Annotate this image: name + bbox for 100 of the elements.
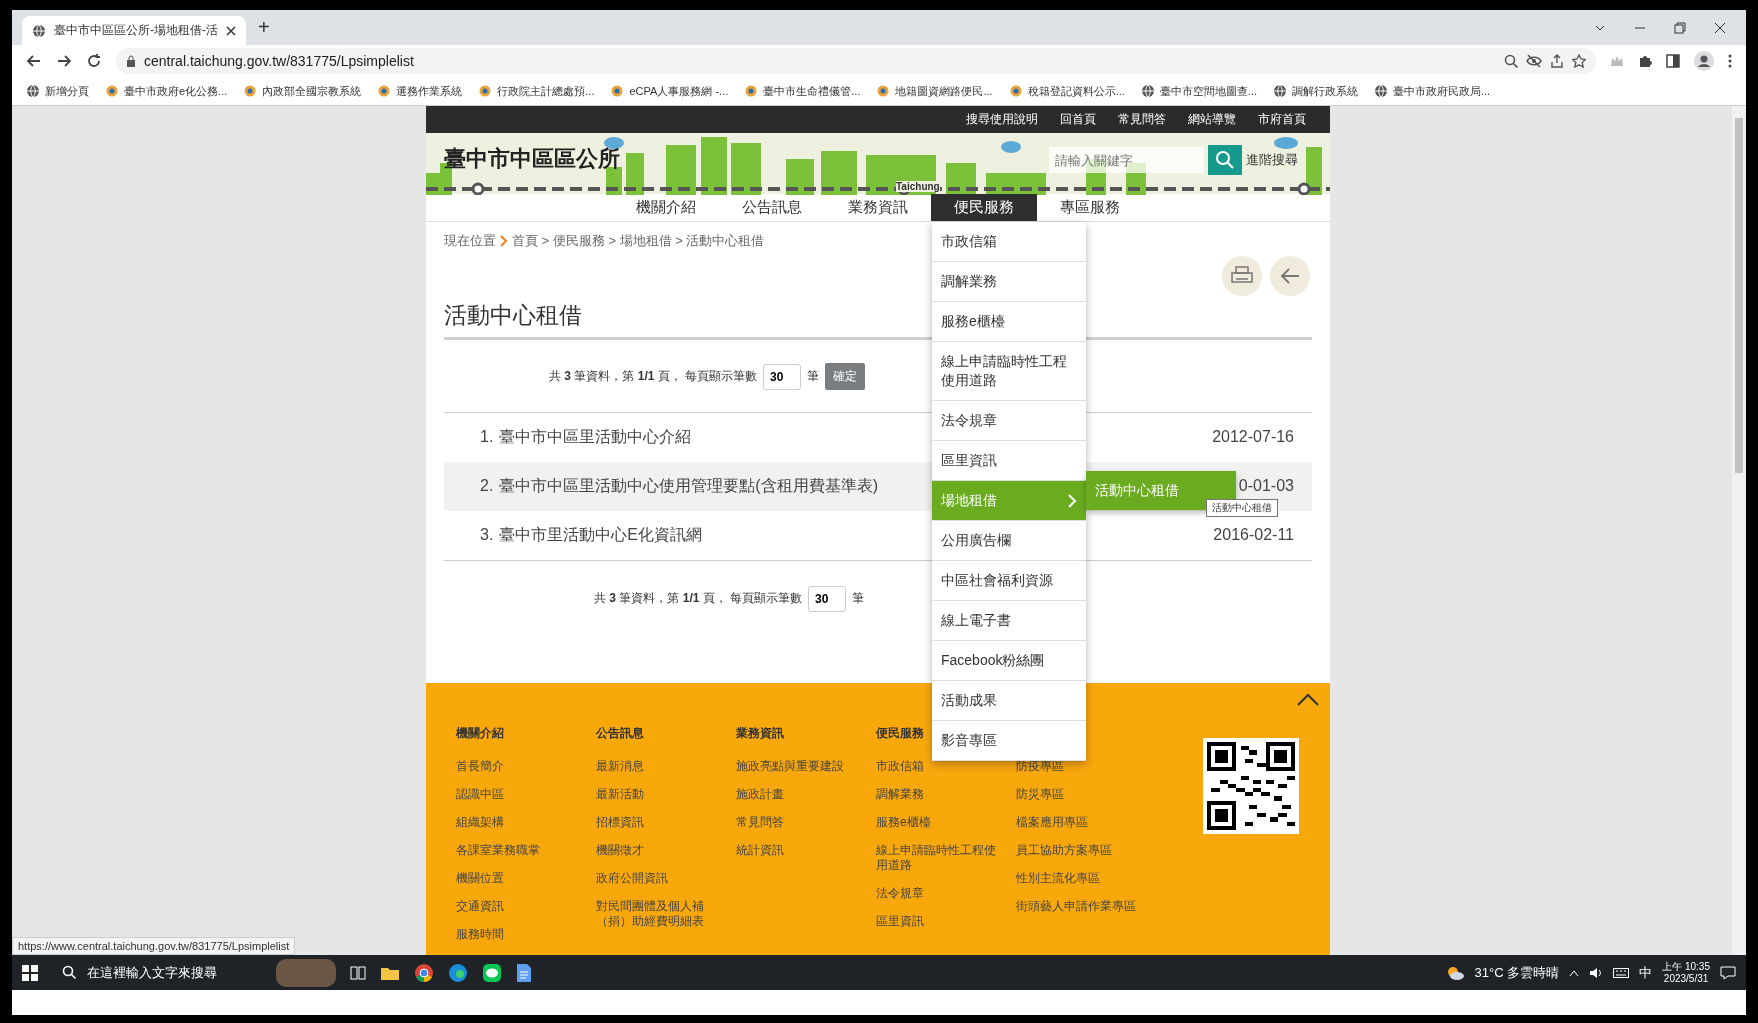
footer-link[interactable]: 檔案應用專區 <box>1016 815 1142 830</box>
menu-item[interactable]: 法令規章 <box>932 401 1086 441</box>
bookmark-link[interactable]: 臺中市政府e化公務... <box>124 83 228 99</box>
menu-item[interactable]: 市政信箱 <box>932 222 1086 262</box>
site-title[interactable]: 臺中市中區區公所 <box>444 144 620 175</box>
menu-item[interactable]: 調解業務 <box>932 262 1086 302</box>
menu-item[interactable]: 公用廣告欄 <box>932 521 1086 561</box>
top-link[interactable]: 搜尋使用說明 <box>966 110 1038 128</box>
forward-arrow-icon[interactable] <box>56 53 72 69</box>
address-bar[interactable]: central.taichung.gov.tw/831775/Lpsimplelist <box>116 48 1596 74</box>
nav-tab[interactable]: 專區服務 <box>1037 194 1143 221</box>
bookmark-link[interactable]: 新增分頁 <box>45 83 89 99</box>
nav-tab[interactable]: 業務資訊 <box>825 194 931 221</box>
page-size-field[interactable]: 30 <box>763 363 802 390</box>
footer-link[interactable]: 線上申請臨時性工程使用道路 <box>876 843 1002 873</box>
bookmark-link[interactable]: 臺中市政府民政局... <box>1392 83 1491 99</box>
keyboard-icon[interactable] <box>1613 967 1630 978</box>
restore-icon[interactable] <box>1674 21 1686 34</box>
more-icon[interactable] <box>1728 54 1732 68</box>
chrome-icon[interactable] <box>414 962 434 983</box>
clock[interactable]: 上午 10:35 2023/5/31 <box>1662 960 1710 985</box>
back-arrow-icon[interactable] <box>26 53 42 69</box>
close-icon[interactable] <box>1714 21 1726 34</box>
footer-link[interactable]: 市政信箱 <box>876 759 1002 774</box>
footer-link[interactable]: 街頭藝人申請作業專區 <box>1016 899 1142 914</box>
bookmark-link[interactable]: 行政院主計總處預... <box>497 83 595 99</box>
new-tab-button[interactable]: + <box>258 16 270 39</box>
star-icon[interactable] <box>1572 54 1586 68</box>
puzzle-icon[interactable] <box>1638 54 1652 68</box>
footer-heading[interactable]: 機關介紹 <box>456 725 596 759</box>
row-link[interactable]: 臺中市中區里活動中心介紹 <box>499 426 692 448</box>
top-link[interactable]: 市府首頁 <box>1258 110 1306 128</box>
task-view-icon[interactable] <box>350 965 366 980</box>
footer-link[interactable]: 對民間團體及個人補（捐）助經費明細表 <box>596 899 722 929</box>
page-size-field[interactable]: 30 <box>808 585 847 612</box>
bookmark-link[interactable]: 稅籍登記資料公示... <box>1027 83 1125 99</box>
bookmark-link[interactable]: 地籍圖資網路便民... <box>895 83 993 99</box>
windows-logo-icon[interactable] <box>22 964 38 981</box>
footer-link[interactable]: 防災專區 <box>1016 787 1142 802</box>
bookmark-link[interactable]: eCPA人事服務網 -... <box>629 83 729 99</box>
footer-link[interactable]: 施政計畫 <box>736 787 862 802</box>
footer-link[interactable]: 性別主流化專區 <box>1016 871 1142 886</box>
nav-tab[interactable]: 公告訊息 <box>719 194 825 221</box>
search-button[interactable] <box>1208 145 1242 176</box>
search-icon[interactable] <box>1504 54 1518 68</box>
close-icon[interactable] <box>226 25 236 36</box>
reload-icon[interactable] <box>86 53 102 69</box>
notification-icon[interactable] <box>1720 965 1736 980</box>
menu-item[interactable]: 線上申請臨時性工程使用道路 <box>932 342 1086 401</box>
footer-link[interactable]: 防疫專區 <box>1016 759 1142 774</box>
bookmark-link[interactable]: 選務作業系統 <box>396 83 463 99</box>
bookmark-link[interactable]: 內政部全國宗教系統 <box>262 83 362 99</box>
footer-heading[interactable]: 公告訊息 <box>596 725 736 759</box>
footer-link[interactable]: 服務e櫃檯 <box>876 815 1002 830</box>
footer-link[interactable]: 區里資訊 <box>876 914 1002 929</box>
top-link[interactable]: 回首頁 <box>1060 110 1096 128</box>
notepad-icon[interactable] <box>516 962 532 983</box>
footer-link[interactable]: 常見問答 <box>736 815 862 830</box>
edge-icon[interactable] <box>448 962 468 983</box>
chat-app-icon[interactable] <box>482 962 502 983</box>
menu-item[interactable]: 服務e櫃檯 <box>932 302 1086 342</box>
back-button[interactable] <box>1270 255 1310 296</box>
footer-link[interactable]: 各課室業務職掌 <box>456 843 582 858</box>
footer-heading[interactable]: 業務資訊 <box>736 725 876 759</box>
share-icon[interactable] <box>1550 54 1564 68</box>
chevron-up-icon[interactable] <box>1296 693 1320 707</box>
footer-link[interactable]: 招標資訊 <box>596 815 722 830</box>
bookmark-link[interactable]: 臺中市生命禮儀管... <box>763 83 861 99</box>
footer-link[interactable]: 服務時間 <box>456 927 582 942</box>
menu-item[interactable]: Facebook粉絲團 <box>932 641 1086 681</box>
eye-slash-icon[interactable] <box>1526 54 1542 68</box>
speaker-icon[interactable] <box>1589 966 1604 979</box>
footer-link[interactable]: 最新消息 <box>596 759 722 774</box>
side-panel-icon[interactable] <box>1666 54 1680 68</box>
row-link[interactable]: 臺中市中區里活動中心使用管理要點(含租用費基準表) <box>499 475 878 497</box>
footer-link[interactable]: 施政亮點與重要建設 <box>736 759 862 774</box>
top-link[interactable]: 常見問答 <box>1118 110 1166 128</box>
footer-link[interactable]: 統計資訊 <box>736 843 862 858</box>
nav-tab[interactable]: 機關介紹 <box>613 194 719 221</box>
bookmark-link[interactable]: 臺中市空間地圖查... <box>1159 83 1257 99</box>
footer-link[interactable]: 首長簡介 <box>456 759 582 774</box>
search-field[interactable]: 請輸入關鍵字 <box>1049 147 1204 174</box>
footer-link[interactable]: 員工協助方案專區 <box>1016 843 1142 858</box>
taskbar-search[interactable]: 在這裡輸入文字來搜尋 <box>52 963 262 982</box>
footer-link[interactable]: 政府公開資訊 <box>596 871 722 886</box>
footer-link[interactable]: 交通資訊 <box>456 899 582 914</box>
scrollbar[interactable] <box>1732 106 1746 955</box>
breadcrumb-path[interactable]: 首頁 > 便民服務 > 場地租借 > 活動中心租借 <box>512 231 765 250</box>
bookmark-link[interactable]: 調解行政系統 <box>1291 83 1358 99</box>
footer-link[interactable]: 機關徵才 <box>596 843 722 858</box>
menu-item[interactable]: 線上電子書 <box>932 601 1086 641</box>
footer-link[interactable]: 調解業務 <box>876 787 1002 802</box>
ime-indicator[interactable]: 中 <box>1639 963 1653 982</box>
nav-tab[interactable]: 便民服務 <box>931 194 1037 221</box>
print-button[interactable] <box>1222 255 1262 296</box>
chevron-up-icon[interactable] <box>1569 968 1580 977</box>
footer-link[interactable]: 機關位置 <box>456 871 582 886</box>
confirm-button[interactable]: 確定 <box>825 363 866 391</box>
weather-text[interactable]: 31°C 多雲時晴 <box>1474 963 1560 982</box>
row-link[interactable]: 臺中市里活動中心E化資訊網 <box>499 524 702 546</box>
